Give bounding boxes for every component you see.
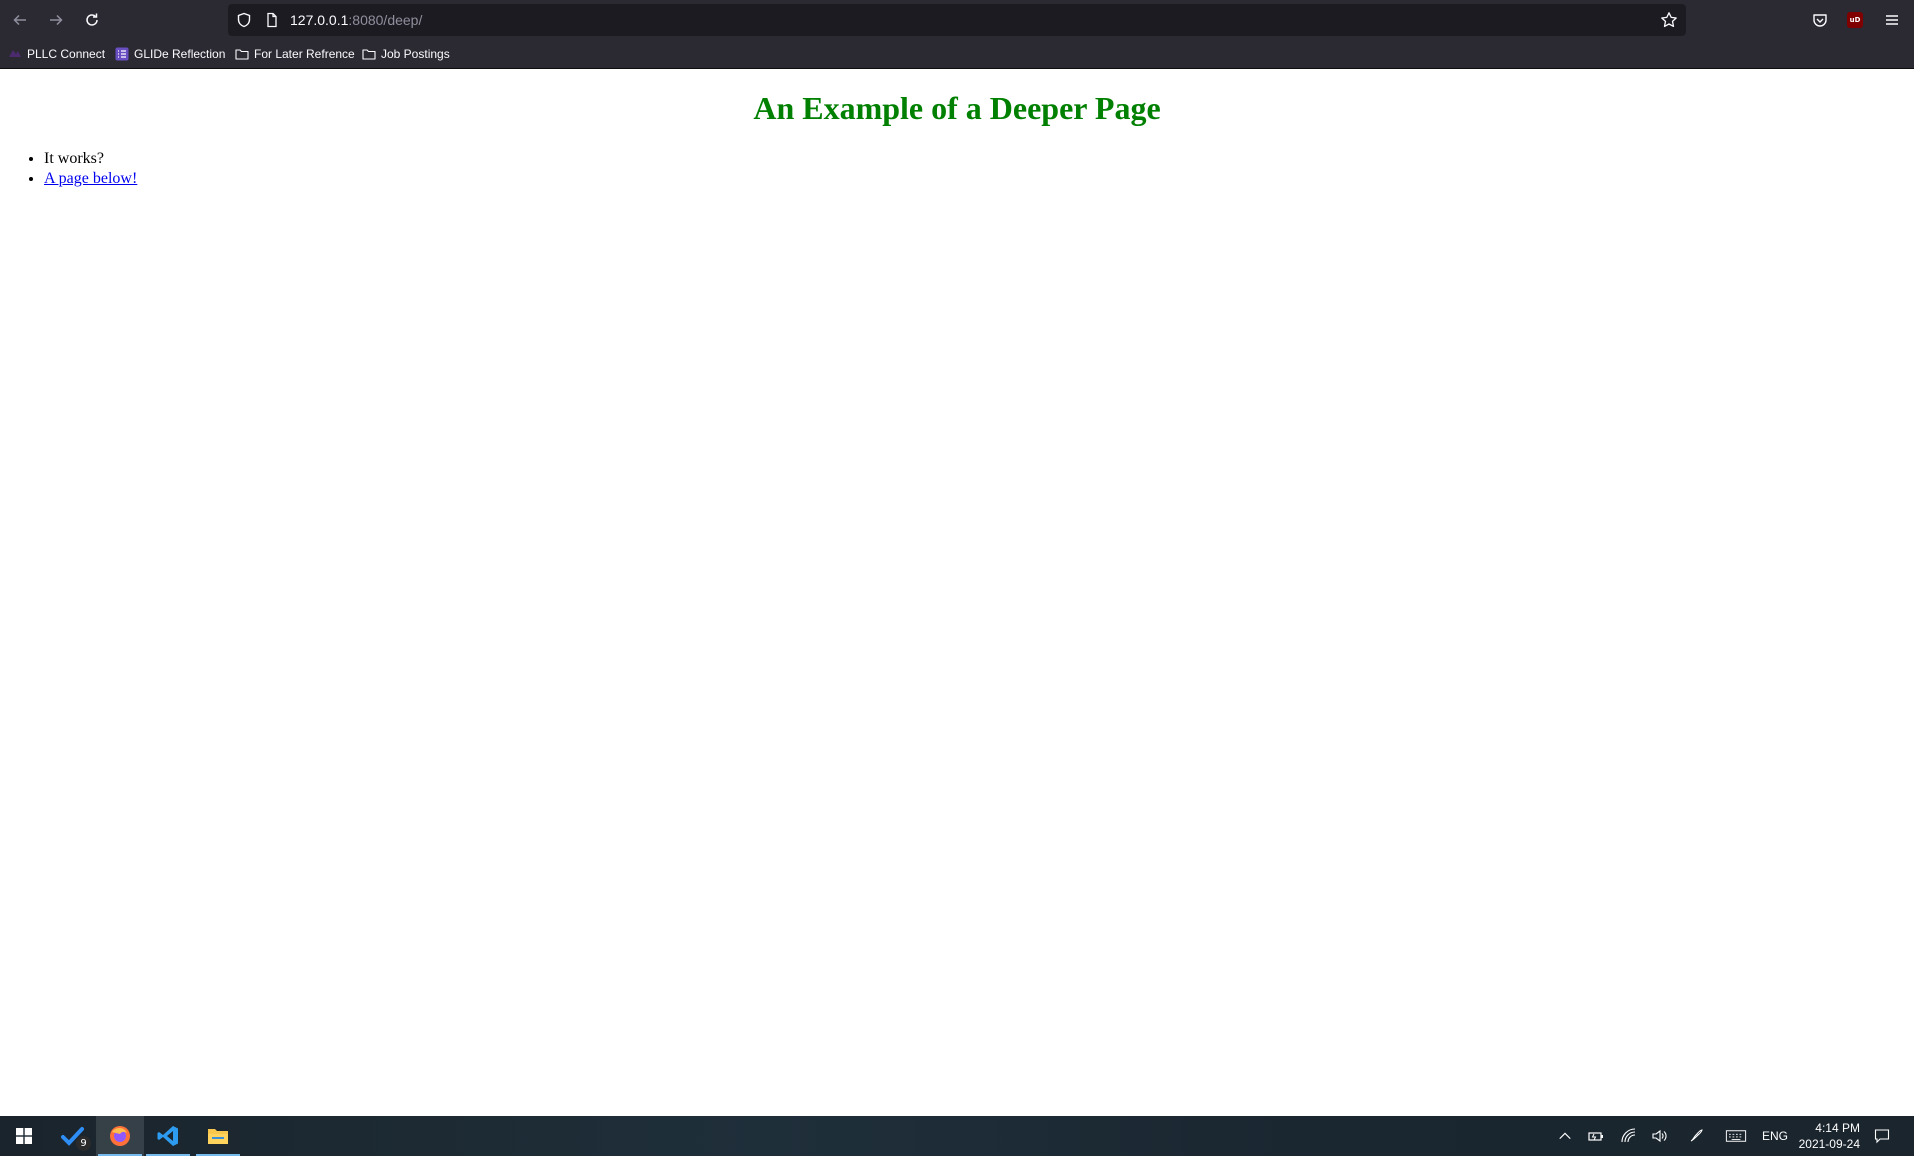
battery-icon	[1588, 1132, 1603, 1141]
file-explorer-icon	[208, 1129, 228, 1144]
back-arrow-icon	[13, 14, 26, 26]
page-below-link[interactable]: A page below!	[44, 170, 137, 187]
clock-time: 4:14 PM	[1815, 1121, 1860, 1135]
chevron-up-icon	[1559, 1132, 1571, 1140]
pocket-icon	[1813, 14, 1827, 27]
bookmark-pllc-connect[interactable]: PLLC Connect	[8, 44, 105, 64]
bookmark-label: For Later Refrence	[254, 47, 355, 61]
list-icon	[115, 47, 129, 61]
item-list: It works? A page below!	[4, 149, 137, 189]
browser-toolbar: 127.0.0.1:8080/deep/ uD	[0, 0, 1914, 40]
clock-date: 2021-09-24	[1798, 1137, 1860, 1151]
bookmark-label: PLLC Connect	[27, 47, 106, 61]
list-item: It works?	[44, 149, 137, 169]
keyboard-icon	[1725, 1130, 1747, 1142]
start-button[interactable]	[0, 1116, 48, 1156]
tracking-protection-shield-icon[interactable]	[236, 12, 252, 28]
bookmark-folder-for-later-refrence[interactable]: For Later Refrence	[235, 44, 355, 64]
bookmarks-toolbar: PLLC Connect GLIDe Reflection For Later …	[0, 40, 1914, 69]
app-menu-button[interactable]	[1880, 8, 1904, 32]
bookmark-label: Job Postings	[381, 47, 450, 61]
folder-icon	[235, 49, 249, 60]
folder-icon	[362, 49, 376, 60]
notification-icon	[1874, 1129, 1890, 1144]
input-language-indicator[interactable]: ENG	[1762, 1129, 1788, 1143]
forward-button[interactable]	[42, 6, 70, 34]
back-button[interactable]	[6, 6, 34, 34]
tray-touch-keyboard-button[interactable]	[1724, 1128, 1748, 1144]
tray-pen-workspace-button[interactable]	[1688, 1128, 1704, 1144]
reload-icon	[86, 13, 98, 26]
url-host: 127.0.0.1	[290, 12, 349, 28]
ublock-origin-button[interactable]: uD	[1843, 8, 1867, 32]
action-center-button[interactable]	[1874, 1128, 1890, 1144]
url-bar[interactable]: 127.0.0.1:8080/deep/	[228, 4, 1686, 36]
page-heading: An Example of a Deeper Page	[753, 90, 1161, 126]
hamburger-menu-icon	[1886, 15, 1898, 25]
windows-taskbar: 9 ENG 4:14 PM 2021-09-24	[0, 1116, 1914, 1156]
reload-button[interactable]	[78, 6, 106, 34]
vscode-icon	[157, 1126, 178, 1146]
list-item-text: It works?	[44, 150, 104, 167]
page-info-icon[interactable]	[264, 12, 280, 28]
list-item: A page below!	[44, 169, 137, 189]
bookmark-label: GLIDe Reflection	[134, 47, 226, 61]
pllc-logo-icon	[9, 50, 21, 57]
taskbar-firefox-app[interactable]	[96, 1116, 144, 1156]
windows-start-icon	[16, 1128, 32, 1144]
taskbar-todo-app[interactable]: 9	[48, 1116, 96, 1156]
firefox-icon	[110, 1126, 130, 1146]
tray-battery-button[interactable]	[1588, 1128, 1604, 1144]
bookmark-folder-job-postings[interactable]: Job Postings	[362, 44, 450, 64]
taskbar-file-explorer-app[interactable]	[194, 1116, 242, 1156]
todo-badge: 9	[76, 1136, 91, 1151]
pen-icon	[1690, 1129, 1703, 1142]
page-content: An Example of a Deeper Page It works? A …	[0, 69, 1914, 1116]
show-hidden-icons-button[interactable]	[1557, 1128, 1573, 1144]
tray-network-button[interactable]	[1621, 1128, 1637, 1144]
bookmark-glide-reflection[interactable]: GLIDe Reflection	[115, 44, 225, 64]
pocket-button[interactable]	[1808, 8, 1832, 32]
speaker-icon	[1652, 1129, 1667, 1143]
system-clock[interactable]: 4:14 PM 2021-09-24	[1799, 1120, 1860, 1152]
forward-arrow-icon	[50, 14, 63, 26]
url-path: :8080/deep/	[348, 12, 423, 28]
wifi-icon	[1621, 1128, 1636, 1143]
taskbar-vscode-app[interactable]	[144, 1116, 192, 1156]
ublock-origin-icon: uD	[1847, 12, 1863, 28]
bookmark-star-icon[interactable]	[1660, 11, 1678, 29]
url-text[interactable]: 127.0.0.1:8080/deep/	[290, 11, 422, 29]
tray-volume-button[interactable]	[1651, 1128, 1667, 1144]
